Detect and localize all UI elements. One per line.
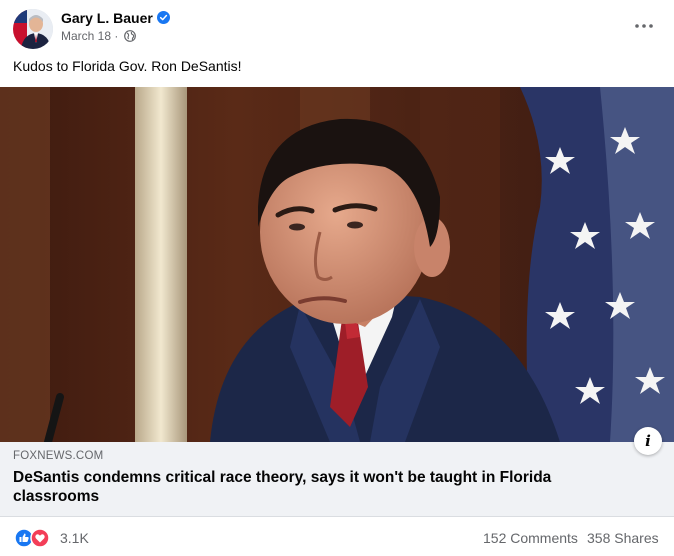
shares-count[interactable]: 358 Shares [587, 530, 659, 546]
post-meta: March 18 · [61, 29, 136, 43]
author-avatar[interactable] [13, 9, 53, 49]
preview-photo [0, 87, 674, 442]
info-icon[interactable]: i [634, 427, 662, 455]
avatar-image [13, 9, 53, 49]
reaction-count[interactable]: 3.1K [60, 530, 89, 546]
author-name[interactable]: Gary L. Bauer [61, 10, 153, 26]
link-domain: FOXNEWS.COM [13, 450, 104, 462]
verified-badge-icon [157, 11, 170, 24]
more-dots-icon [635, 24, 653, 28]
comments-count[interactable]: 152 Comments [483, 530, 578, 546]
link-preview-image[interactable] [0, 87, 674, 442]
meta-separator: · [114, 29, 119, 43]
reaction-icon-group [14, 528, 50, 548]
reaction-icons[interactable] [14, 528, 54, 548]
globe-icon[interactable] [123, 30, 136, 42]
post-text: Kudos to Florida Gov. Ron DeSantis! [13, 58, 242, 74]
love-icon [30, 528, 50, 548]
link-headline[interactable]: DeSantis condemns critical race theory, … [13, 468, 613, 506]
post-header: Gary L. Bauer March 18 · [0, 0, 674, 54]
post-footer: 3.1K 152 Comments 358 Shares [0, 517, 674, 556]
post-date[interactable]: March 18 [61, 29, 111, 43]
more-options-button[interactable] [632, 16, 656, 36]
link-preview[interactable]: FOXNEWS.COM DeSantis condemns critical r… [0, 442, 674, 517]
